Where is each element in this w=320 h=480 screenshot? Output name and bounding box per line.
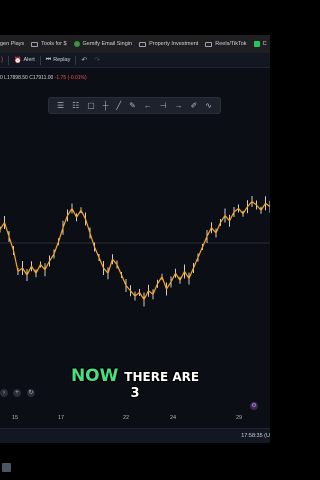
horizontal-line-icon[interactable]: ⊣ <box>160 101 167 110</box>
trend-line-icon[interactable]: ╱ <box>116 101 121 110</box>
clock-readout: 17:58:35 (U <box>241 433 270 439</box>
scroll-left-button[interactable]: › <box>0 389 8 397</box>
status-bar: 17:58:35 (U <box>0 428 270 443</box>
bookmark-label: Reels/TikTok <box>215 41 247 47</box>
bookmark-1[interactable]: Tools for $ <box>31 41 67 47</box>
ohlc-legend: 0 L17898.50 C17911.00 -1.75 (-0.01%) <box>0 75 87 81</box>
chart-toolbar: ) ⏰ Alert ⏮ Replay ↶ ↷ <box>0 53 270 68</box>
top-black-area <box>0 0 270 35</box>
x-tick-label: 29 <box>236 415 243 421</box>
gemify-icon <box>73 41 80 47</box>
bookmark-0[interactable]: gen Plays <box>0 41 24 47</box>
caption-rest: THERE ARE <box>124 370 200 384</box>
bookmark-4[interactable]: Reels/TikTok <box>205 41 247 47</box>
bookmark-label: gen Plays <box>0 41 25 47</box>
bookmark-app-icon <box>253 41 260 47</box>
caption-line-1: NOW THERE ARE <box>0 366 270 386</box>
reset-chart-button[interactable]: ↻ <box>27 389 35 397</box>
ohlc-close: C17911.00 <box>29 75 54 81</box>
bookmarks-bar: gen Plays Tools for $ Gemify Email Singi… <box>0 35 270 53</box>
bookmark-label: Property Investment <box>149 41 199 47</box>
folder-icon <box>205 41 213 47</box>
alert-button[interactable]: Alert <box>23 57 34 63</box>
drawing-toolbar: ☰ ☷ ▢ ┼ ╱ ✎ ← ⊣ → ✐ ∿ <box>48 97 221 114</box>
redo-icon[interactable]: ↷ <box>94 56 100 64</box>
folder-icon <box>31 41 39 47</box>
x-tick-label: 15 <box>12 415 19 421</box>
ohlc-change: -1.75 (-0.01%) <box>54 75 87 81</box>
taskbar-app-icon[interactable] <box>2 463 11 472</box>
x-axis: 15 17 22 24 29 <box>0 412 270 426</box>
folder-icon <box>139 41 147 47</box>
ray-icon[interactable]: → <box>175 101 183 110</box>
bookmark-5[interactable]: C <box>253 41 267 47</box>
x-tick-label: 22 <box>123 415 130 421</box>
bookmark-3[interactable]: Property Investment <box>139 41 198 47</box>
ohlc-low: 0 L17898.50 <box>0 75 28 81</box>
toolbar-divider <box>39 55 41 65</box>
path-icon[interactable]: ∿ <box>205 101 212 110</box>
x-tick-label: 24 <box>170 415 177 421</box>
caption-line-2: 3 <box>130 386 140 401</box>
bookmark-label: Tools for $ <box>41 41 67 47</box>
replay-icon: ⏮ <box>45 56 52 63</box>
replay-button[interactable]: Replay <box>53 57 70 63</box>
fib-extension-icon[interactable]: ☷ <box>72 101 79 110</box>
arrow-left-icon[interactable]: ← <box>144 101 152 110</box>
bookmark-2[interactable]: Gemify Email Singin <box>73 41 133 47</box>
bottom-black-area <box>0 443 270 480</box>
settings-gear-icon[interactable]: ⚙ <box>250 402 258 410</box>
toolbar-divider <box>8 55 9 65</box>
crosshair-icon[interactable]: ┼ <box>103 101 109 110</box>
pencil-icon[interactable]: ✐ <box>191 101 198 110</box>
toolbar-divider <box>75 55 77 65</box>
rectangle-icon[interactable]: ▢ <box>87 101 95 110</box>
undo-partial-icon: ) <box>1 57 3 63</box>
bookmark-label: Gemify Email Singin <box>82 41 133 47</box>
bookmark-label: C <box>262 41 267 47</box>
caption-highlight: NOW <box>70 366 119 386</box>
zoom-in-button[interactable]: + <box>13 389 21 397</box>
alarm-clock-icon: ⏰ <box>14 57 22 64</box>
brush-icon[interactable]: ✎ <box>129 101 136 110</box>
x-tick-label: 17 <box>58 415 65 421</box>
fib-retracement-icon[interactable]: ☰ <box>57 101 64 110</box>
undo-icon[interactable]: ↶ <box>81 56 87 64</box>
